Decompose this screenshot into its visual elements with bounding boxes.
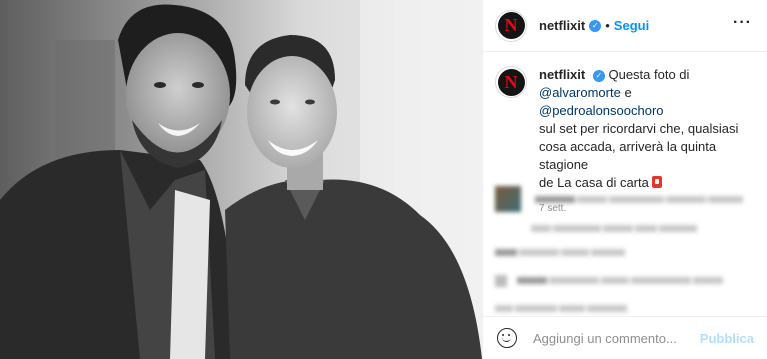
comment-input[interactable] (533, 330, 701, 346)
mention-pedroalonsoochoro[interactable]: @pedroalonsoochoro (539, 103, 664, 118)
account-username[interactable]: netflixit (539, 18, 585, 33)
netflix-logo-icon: N (497, 68, 525, 96)
caption-line-3: cosa accada, arriverà la quinta stagione (539, 139, 717, 172)
account-avatar[interactable]: N (495, 9, 527, 42)
publish-button[interactable]: Pubblica (700, 331, 754, 346)
comment-item (495, 186, 757, 238)
separator-dot: • (605, 18, 610, 33)
post-header: N netflixit ✓ • Segui ··· (483, 0, 767, 52)
post-photo[interactable] (0, 0, 482, 359)
follow-button[interactable]: Segui (614, 18, 649, 33)
more-options-icon[interactable]: ··· (733, 14, 752, 32)
caption-username[interactable]: netflixit (539, 67, 585, 82)
emoji-icon[interactable] (497, 328, 517, 348)
mention-alvaromorte[interactable]: @alvaromorte (539, 85, 621, 100)
netflix-logo-icon: N (497, 12, 525, 39)
commenter-avatar[interactable] (495, 186, 521, 212)
caption-line-1: Questa foto di (608, 67, 690, 82)
caption-avatar[interactable]: N (495, 66, 527, 98)
verified-badge-icon: ✓ (592, 69, 605, 82)
post-photo-illustration (0, 0, 482, 359)
caption-joiner: e (620, 85, 632, 100)
caption-line-2: sul set per ricordarvi che, qualsiasi (539, 121, 739, 136)
comment-bar: Pubblica (483, 316, 767, 359)
verified-badge-icon: ✓ (589, 19, 602, 32)
comment-item (495, 244, 757, 318)
instagram-post: N netflixit ✓ • Segui ··· N netflixit ✓ … (0, 0, 767, 359)
post-side-panel: N netflixit ✓ • Segui ··· N netflixit ✓ … (482, 0, 767, 359)
